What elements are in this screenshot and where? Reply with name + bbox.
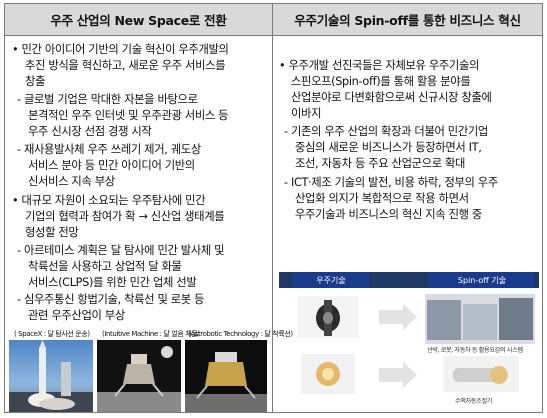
caption-intuitive-machine: (Intuitive Machine : 달 얼음 채굴) <box>102 330 200 338</box>
right-header: 우주기술의 Spin-off를 통한 비즈니스 혁신 <box>273 4 542 36</box>
right-line-7: 조선, 자동차 등 주요 산업군으로 확대 <box>295 157 466 170</box>
left-line-17: 관련 우주산업이 부상 <box>28 309 125 322</box>
left-line-6: 우주 신시장 선점 경쟁 시작 <box>28 125 152 138</box>
spacex-rocket-photo <box>9 340 93 412</box>
spinoff-caption-bottom: 수액자동조절기 <box>455 398 493 405</box>
left-line-5: 본격적인 우주 인터넷 및 우주관광 서비스 등 <box>28 109 229 122</box>
document-page: 우주 산업의 New Space로 전환 • 민간 아이디어 기반의 기술 혁신… <box>0 0 547 418</box>
left-line-15: 서비스(CLPS)를 위한 민간 업체 선발 <box>28 276 197 289</box>
right-line-6: 중심의 새로운 비즈니스가 등장하면서 IT, <box>295 141 482 154</box>
right-line-4: 이바지 <box>291 107 322 120</box>
diagram-left-tab: 우주기술 <box>293 272 369 288</box>
left-header: 우주 산업의 New Space로 전환 <box>5 4 272 36</box>
left-line-2: 추진 방식을 혁신하고, 새로운 우주 서비스를 <box>25 59 226 72</box>
right-body: • 우주개발 선진국들은 자체보유 우주기술의 스핀오프(Spin-off)를 … <box>273 36 542 412</box>
left-line-1: • 민간 아이디어 기반의 기술 혁신이 우주개발의 <box>12 43 229 56</box>
left-line-3: 창출 <box>25 75 46 88</box>
left-line-16: - 심우주통신 항법기술, 착륙선 및 로봇 등 <box>17 293 205 306</box>
spinoff-caption-top: 선박, 로봇, 자동차 등 활용요감의 시스템 <box>427 347 523 354</box>
left-line-10: • 대규모 자원이 소요되는 우주탐사에 민간 <box>12 194 206 207</box>
space-tech-light-photo <box>301 354 355 394</box>
left-line-14: 착륙선을 사용하고 상업적 달 화물 <box>28 260 182 273</box>
left-line-11: 기업의 협력과 참여가 확 → 신산업 생태계를 <box>25 210 225 223</box>
right-column: 우주기술의 Spin-off를 통한 비즈니스 혁신 • 우주개발 선진국들은 … <box>273 4 542 412</box>
right-line-5: - 기존의 우주 산업의 확장과 더불어 민간기업 <box>284 125 488 138</box>
right-line-2: 스핀오프(Spin-off)를 통해 활용 분야를 <box>291 75 471 88</box>
left-body: • 민간 아이디어 기반의 기술 혁신이 우주개발의 추진 방식을 혁신하고, … <box>5 36 293 412</box>
comparison-table: 우주 산업의 New Space로 전환 • 민간 아이디어 기반의 기술 혁신… <box>4 3 543 413</box>
spinoff-device-photo <box>443 356 519 392</box>
spinoff-diagram: 우주기술 Spin-off 기술 선박, 로봇, 자동차 등 활용요감의 시스템… <box>279 272 539 412</box>
right-line-3: 산업분야로 다변화함으로써 신규시장 창출에 <box>291 91 492 104</box>
space-tech-mechanism-photo <box>297 296 359 338</box>
diagram-right-tab: Spin-off 기술 <box>429 272 535 288</box>
left-line-12: 형성할 전망 <box>25 226 79 239</box>
arrow-right-icon <box>379 304 417 330</box>
right-line-8: - ICT·제조 기술의 발전, 비용 하락, 정부의 우주 <box>284 176 498 189</box>
right-line-10: 우주기술과 비즈니스의 혁신 지속 진행 중 <box>295 208 482 221</box>
left-line-9: 신서비스 지속 부상 <box>28 175 115 188</box>
left-line-7: - 재사용발사체 우주 쓰레기 제거, 궤도상 <box>17 143 201 156</box>
arrow-right-icon-2 <box>379 362 417 388</box>
spinoff-system-photo <box>425 294 535 344</box>
right-line-9: 산업화 의지가 복합적으로 작용 하면서 <box>295 192 469 205</box>
left-line-4: - 글로벌 기업은 막대한 자본을 바탕으로 <box>17 93 198 106</box>
right-line-1: • 우주개발 선진국들은 자체보유 우주기술의 <box>279 59 480 72</box>
left-line-13: - 아르테미스 계획은 달 탐사에 민간 발사체 및 <box>17 244 225 257</box>
astrobotic-lander-photo <box>185 340 267 412</box>
left-line-8: 서비스 분야 등 민간 아이디어 기반의 <box>28 159 195 172</box>
intuitive-machine-lander-photo <box>97 340 181 412</box>
left-column: 우주 산업의 New Space로 전환 • 민간 아이디어 기반의 기술 혁신… <box>5 4 293 412</box>
caption-spacex: ( SpaceX : 달 탐사선 운송) <box>14 330 90 338</box>
